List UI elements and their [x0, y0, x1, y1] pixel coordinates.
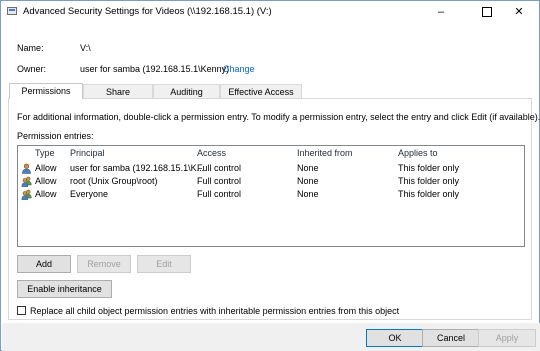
row-type: Allow — [35, 176, 57, 186]
tab-share[interactable]: Share — [83, 84, 153, 98]
column-header-inherited-from[interactable]: Inherited from — [297, 148, 353, 160]
minimize-button[interactable]: – — [421, 1, 461, 23]
title-bar[interactable]: Advanced Security Settings for Videos (\… — [1, 1, 539, 23]
maximize-icon — [482, 7, 492, 18]
permission-entries-list[interactable]: Type Principal Access Inherited from App… — [17, 145, 525, 247]
close-button[interactable]: ✕ — [499, 1, 539, 23]
enable-inheritance-button[interactable]: Enable inheritance — [17, 280, 112, 298]
permission-entries-label: Permission entries: — [17, 131, 94, 141]
row-inherited-from: None — [297, 163, 319, 173]
row-principal: Everyone — [70, 189, 109, 199]
row-inherited-from: None — [297, 176, 319, 186]
tab-permissions[interactable]: Permissions — [9, 83, 83, 99]
row-type: Allow — [35, 163, 57, 173]
row-inherited-from: None — [297, 189, 319, 199]
table-row[interactable]: Allow root (Unix Group\root) Full contro… — [19, 175, 523, 188]
window-title: Advanced Security Settings for Videos (\… — [23, 6, 272, 17]
table-row[interactable]: Allow user for samba (192.168.15.1\K... … — [19, 162, 523, 175]
row-access: Full control — [197, 163, 242, 173]
row-access: Full control — [197, 189, 242, 199]
column-header-access[interactable]: Access — [197, 148, 226, 160]
cancel-button[interactable]: Cancel — [422, 329, 480, 347]
remove-button[interactable]: Remove — [77, 255, 131, 273]
row-applies-to: This folder only — [398, 176, 460, 186]
name-label: Name: — [17, 43, 44, 53]
column-header-type[interactable]: Type — [35, 148, 55, 160]
window-app-icon — [7, 7, 17, 15]
name-value: V:\ — [80, 43, 91, 53]
ok-button[interactable]: OK — [366, 329, 424, 347]
owner-value: user for samba (192.168.15.1\Kenny) — [80, 64, 230, 74]
column-header-applies-to[interactable]: Applies to — [398, 148, 438, 160]
edit-button[interactable]: Edit — [137, 255, 191, 273]
row-applies-to: This folder only — [398, 163, 460, 173]
user-icon — [22, 163, 31, 174]
row-access: Full control — [197, 176, 242, 186]
row-type: Allow — [35, 189, 57, 199]
apply-button[interactable]: Apply — [478, 329, 536, 347]
tab-effective-access[interactable]: Effective Access — [220, 84, 302, 98]
row-applies-to: This folder only — [398, 189, 460, 199]
group-icon — [21, 189, 32, 200]
add-button[interactable]: Add — [17, 255, 71, 273]
column-header-principal[interactable]: Principal — [70, 148, 105, 160]
security-settings-window: Advanced Security Settings for Videos (\… — [0, 0, 540, 351]
owner-label: Owner: — [17, 64, 47, 74]
group-icon — [21, 176, 32, 187]
table-row[interactable]: Allow Everyone Full control None This fo… — [19, 188, 523, 201]
tab-auditing[interactable]: Auditing — [153, 84, 220, 98]
replace-child-permissions-checkbox[interactable] — [17, 306, 26, 315]
change-owner-link[interactable]: Change — [223, 64, 255, 74]
dialog-footer: OK Cancel Apply — [2, 323, 540, 351]
permissions-info-text: For additional information, double-click… — [17, 112, 540, 122]
row-principal: user for samba (192.168.15.1\K... — [70, 163, 205, 173]
row-principal: root (Unix Group\root) — [70, 176, 158, 186]
replace-child-permissions-label: Replace all child object permission entr… — [30, 306, 400, 316]
